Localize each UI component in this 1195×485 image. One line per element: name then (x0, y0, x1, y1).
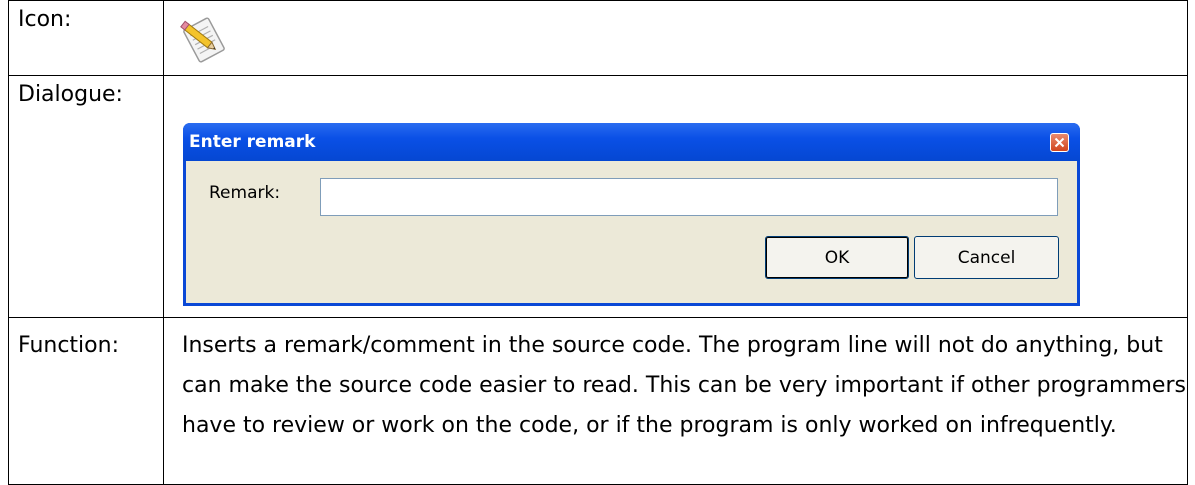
icon-row-label: Icon: (18, 7, 72, 32)
table-border-col (163, 0, 164, 485)
remark-document-pencil-icon (176, 12, 232, 68)
close-icon (1054, 137, 1065, 148)
dialog-title: Enter remark (189, 132, 316, 152)
table-border-row1 (8, 75, 1188, 76)
function-description: Inserts a remark/comment in the source c… (182, 333, 1186, 438)
dialog-client-area: Remark: OK Cancel (186, 161, 1077, 303)
enter-remark-dialog: Enter remark Remark: OK Cancel (183, 123, 1080, 306)
close-button[interactable] (1050, 133, 1069, 152)
table-border-row2 (8, 317, 1188, 318)
dialogue-row-label: Dialogue: (18, 82, 123, 107)
remark-label: Remark: (209, 183, 281, 203)
dialog-titlebar[interactable]: Enter remark (183, 123, 1080, 161)
table-border-top (8, 0, 1188, 1)
remark-input[interactable] (320, 178, 1058, 216)
table-border-left (8, 0, 9, 485)
table-border-right (1187, 0, 1188, 485)
reference-table: Icon: Dialogue: Enter remark Remark: OK … (8, 0, 1188, 485)
function-row-label: Function: (18, 333, 119, 358)
cancel-button[interactable]: Cancel (914, 236, 1059, 279)
ok-button[interactable]: OK (765, 236, 909, 279)
